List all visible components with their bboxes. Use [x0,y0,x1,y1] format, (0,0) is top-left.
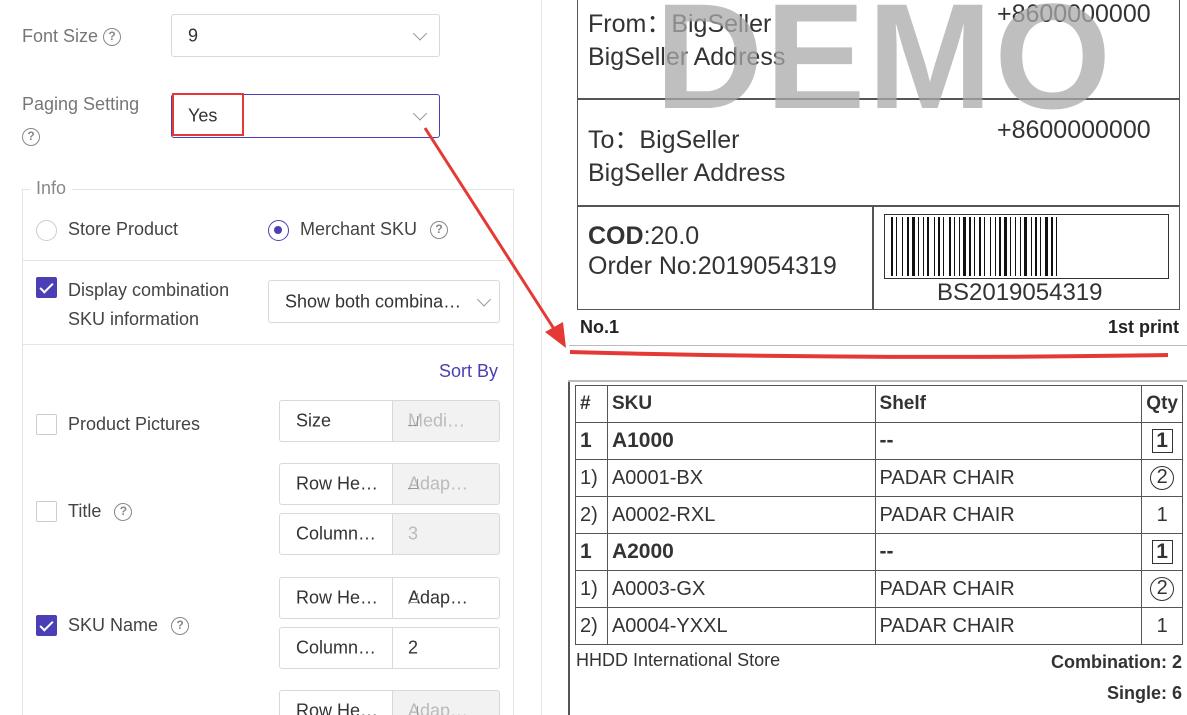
annotation-arrow [423,127,1169,359]
